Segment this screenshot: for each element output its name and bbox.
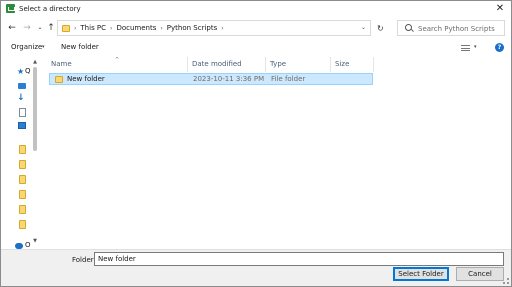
column-divider[interactable] — [373, 57, 374, 72]
new-folder-button[interactable]: New folder — [61, 43, 99, 51]
breadcrumb-this-pc[interactable]: This PC — [80, 24, 106, 32]
recent-locations-chevron-icon[interactable]: ⌄ — [35, 22, 45, 34]
title-bar: Select a directory ✕ — [1, 1, 511, 17]
table-row[interactable]: New folder 2023-10-11 3:36 PM File folde… — [49, 73, 373, 85]
up-arrow-icon[interactable]: ↑ — [46, 22, 56, 34]
address-dropdown-icon[interactable]: ⌄ — [361, 24, 366, 31]
breadcrumb-python-scripts[interactable]: Python Scripts — [167, 24, 217, 32]
organize-button[interactable]: Organize — [11, 43, 42, 51]
folder-icon — [62, 24, 70, 32]
scroll-up-icon[interactable]: ▲ — [31, 59, 39, 65]
folder-label: Folder: — [72, 256, 96, 264]
folder-icon[interactable] — [19, 175, 26, 184]
column-header-name[interactable]: Name — [51, 57, 72, 72]
pictures-icon[interactable] — [18, 122, 26, 129]
chevron-right-icon[interactable]: › — [110, 25, 112, 32]
nav-item-onedrive-label[interactable]: O — [25, 241, 31, 249]
column-divider[interactable] — [187, 57, 188, 72]
details-view-icon[interactable] — [461, 45, 470, 51]
back-arrow-icon[interactable]: ← — [7, 22, 17, 34]
help-icon[interactable]: ? — [495, 43, 504, 52]
downloads-icon[interactable]: ↓ — [17, 94, 27, 103]
search-icon — [405, 24, 412, 31]
folder-icon[interactable] — [19, 160, 26, 169]
column-header-size[interactable]: Size — [335, 57, 349, 72]
column-divider[interactable] — [265, 57, 266, 72]
column-divider[interactable] — [330, 57, 331, 72]
row-name: New folder — [67, 75, 105, 83]
breadcrumb-documents[interactable]: Documents — [116, 24, 156, 32]
address-bar[interactable]: › This PC › Documents › Python Scripts ›… — [57, 20, 371, 36]
row-type: File folder — [271, 75, 306, 83]
cancel-button[interactable]: Cancel — [456, 267, 504, 281]
chevron-down-icon[interactable]: ▾ — [42, 44, 45, 50]
folder-name-field[interactable] — [94, 252, 504, 266]
file-dialog-window: Select a directory ✕ ← → ⌄ ↑ › This PC ›… — [0, 0, 512, 287]
close-button[interactable]: ✕ — [493, 2, 507, 15]
chevron-right-icon[interactable]: › — [160, 25, 162, 32]
documents-icon[interactable] — [19, 108, 26, 117]
column-header-type[interactable]: Type — [270, 57, 286, 72]
scrollbar-thumb[interactable] — [33, 67, 37, 151]
resize-grip-icon[interactable] — [503, 278, 509, 284]
dialog-footer: Folder: Select Folder Cancel — [1, 249, 511, 286]
refresh-icon[interactable]: ↻ — [377, 24, 384, 33]
file-list: ^ Name Date modified Type Size New folde… — [41, 57, 511, 249]
chevron-right-icon[interactable]: › — [74, 25, 76, 32]
chevron-down-icon[interactable]: ▾ — [474, 44, 477, 50]
column-header-date-modified[interactable]: Date modified — [192, 57, 242, 72]
sort-ascending-icon: ^ — [115, 57, 120, 63]
command-bar: Organize ▾ New folder ▾ ? — [1, 40, 511, 56]
select-folder-button[interactable]: Select Folder — [393, 267, 449, 281]
search-box[interactable] — [397, 20, 505, 36]
scroll-down-icon[interactable]: ▼ — [31, 238, 39, 244]
folder-icon — [55, 76, 63, 83]
folder-icon[interactable] — [19, 205, 26, 214]
chevron-right-icon[interactable]: › — [221, 25, 223, 32]
forward-arrow-icon[interactable]: → — [22, 22, 32, 34]
nav-item-quick-access-label[interactable]: Q — [25, 67, 31, 75]
folder-icon[interactable] — [19, 145, 26, 154]
navigation-bar: ← → ⌄ ↑ › This PC › Documents › Python S… — [1, 18, 511, 38]
search-input[interactable] — [418, 23, 502, 34]
folder-icon[interactable] — [19, 190, 26, 199]
row-date-modified: 2023-10-11 3:36 PM — [193, 75, 265, 83]
folder-icon[interactable] — [19, 220, 26, 229]
navpane-scrollbar[interactable]: ▲ ▼ — [31, 57, 39, 249]
window-title: Select a directory — [19, 5, 81, 13]
app-icon — [6, 4, 15, 13]
navigation-pane: ★ Q ↓ O ▲ ▼ — [1, 57, 39, 249]
desktop-icon[interactable] — [18, 83, 26, 89]
